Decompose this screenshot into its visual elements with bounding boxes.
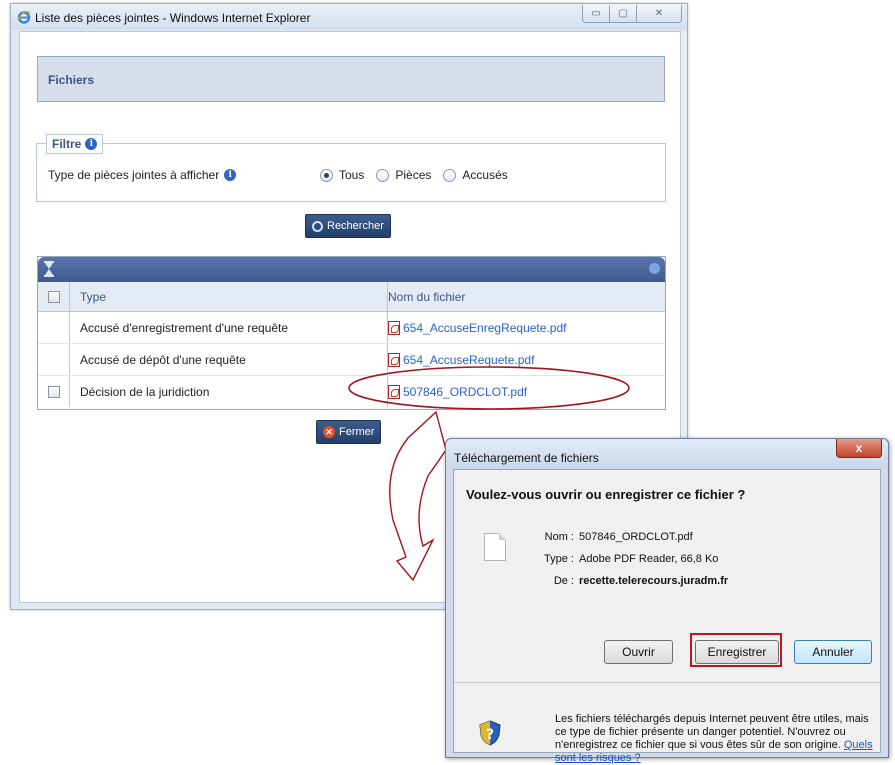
file-source-label: De : [553, 575, 574, 587]
table-header-bar [38, 257, 665, 282]
shield-question-icon: ? [479, 720, 501, 746]
search-button[interactable]: Rechercher [305, 214, 391, 238]
info-icon[interactable]: i [85, 138, 98, 150]
maximize-icon: ▢ [618, 8, 628, 19]
row-type: Accusé de dépôt d'une requête [70, 344, 388, 375]
section-title: Fichiers [48, 73, 95, 87]
dialog-titlebar: Téléchargement de fichiers x [446, 439, 888, 469]
file-link[interactable]: 654_AccuseRequete.pdf [403, 353, 534, 367]
close-button[interactable]: ✕ Fermer [316, 420, 382, 444]
radio-pieces[interactable]: Pièces [376, 168, 431, 182]
pdf-icon [388, 320, 400, 335]
row-file-cell: 507846_ORDCLOT.pdf [378, 376, 665, 407]
select-all-checkbox[interactable] [47, 290, 60, 303]
dialog-close-button[interactable]: x [836, 439, 882, 458]
table-row: Décision de la juridiction 507846_ORDCLO… [38, 376, 665, 407]
filter-label: Type de pièces jointes à afficher i [48, 168, 237, 182]
dialog-question: Voulez-vous ouvrir ou enregistrer ce fic… [466, 487, 746, 502]
select-all-cell [38, 282, 70, 311]
table-row: Accusé d'enregistrement d'une requête 65… [38, 312, 665, 344]
maximize-button[interactable]: ▢ [609, 5, 637, 23]
file-type-line: Type : Adobe PDF Reader, 66,8 Ko [524, 553, 718, 565]
close-icon: ✕ [654, 8, 664, 19]
file-source-value: recette.telerecours.juradm.fr [579, 575, 729, 587]
dialog-body: Voulez-vous ouvrir ou enregistrer ce fic… [453, 469, 881, 764]
file-name-line: Nom : 507846_ORDCLOT.pdf [524, 531, 693, 543]
filter-legend-label: Filtre [52, 137, 82, 151]
filter-label-text: Type de pièces jointes à afficher [48, 168, 220, 182]
internet-explorer-icon [17, 10, 31, 24]
filter-legend: Filtre i [46, 134, 104, 154]
row-file-cell: 654_AccuseRequete.pdf [378, 344, 665, 375]
filter-radio-group: Tous Pièces Accusés [320, 168, 508, 182]
radio-label: Tous [339, 168, 365, 182]
row-checkbox[interactable] [47, 385, 60, 398]
download-dialog: Téléchargement de fichiers x Voulez-vous… [445, 438, 889, 764]
row-checkbox-cell [38, 376, 70, 407]
column-header-filename[interactable]: Nom du fichier [378, 282, 665, 311]
svg-text:?: ? [486, 727, 494, 743]
file-icon [484, 533, 506, 561]
window-title: Liste des pièces jointes - Windows Inter… [35, 11, 311, 25]
radio-button[interactable] [443, 168, 457, 182]
browser-titlebar: Liste des pièces jointes - Windows Inter… [11, 4, 687, 30]
section-header: Fichiers [37, 56, 665, 102]
row-type: Décision de la juridiction [70, 376, 388, 407]
filter-fieldset: Filtre i Type de pièces jointes à affich… [36, 134, 666, 202]
save-button[interactable]: Enregistrer [695, 640, 779, 664]
close-icon: x [855, 441, 863, 455]
file-source-line: De : recette.telerecours.juradm.fr [524, 575, 728, 587]
file-name-value: 507846_ORDCLOT.pdf [579, 531, 693, 543]
minimize-icon: ▭ [591, 8, 601, 19]
radio-tous[interactable]: Tous [320, 168, 364, 182]
radio-label: Accusés [462, 168, 508, 182]
radio-label: Pièces [395, 168, 432, 182]
file-type-value: Adobe PDF Reader, 66,8 Ko [579, 553, 719, 565]
attachments-table: Type Nom du fichier Accusé d'enregistrem… [37, 256, 666, 410]
close-circle-icon: ✕ [323, 426, 335, 438]
info-icon[interactable] [649, 263, 660, 274]
file-name-label: Nom : [544, 531, 574, 543]
info-icon[interactable]: i [224, 169, 237, 181]
pdf-icon [388, 352, 400, 367]
table-row: Accusé de dépôt d'une requête 654_Accuse… [38, 344, 665, 376]
pdf-icon [388, 384, 400, 399]
close-button-label: Fermer [339, 426, 375, 438]
file-link[interactable]: 507846_ORDCLOT.pdf [403, 385, 527, 399]
row-file-cell: 654_AccuseEnregRequete.pdf [378, 312, 665, 343]
hourglass-icon [44, 261, 54, 277]
security-warning: Les fichiers téléchargés depuis Internet… [555, 713, 875, 765]
cancel-button[interactable]: Annuler [794, 640, 872, 664]
dialog-title: Téléchargement de fichiers [454, 451, 599, 465]
search-button-label: Rechercher [327, 220, 384, 232]
column-header-type[interactable]: Type [70, 282, 388, 311]
row-checkbox-cell [38, 312, 70, 343]
file-type-label: Type : [544, 553, 574, 565]
radio-button[interactable] [376, 168, 390, 182]
row-type: Accusé d'enregistrement d'une requête [70, 312, 388, 343]
table-column-headers: Type Nom du fichier [38, 282, 665, 312]
dialog-separator [454, 682, 880, 683]
minimize-button[interactable]: ▭ [582, 5, 610, 23]
open-button[interactable]: Ouvrir [604, 640, 673, 664]
file-link[interactable]: 654_AccuseEnregRequete.pdf [403, 321, 566, 335]
row-checkbox-cell [38, 344, 70, 375]
radio-button-checked[interactable] [320, 168, 333, 182]
search-icon [312, 220, 323, 232]
radio-accuses[interactable]: Accusés [443, 168, 508, 182]
close-window-button[interactable]: ✕ [636, 5, 682, 23]
security-warning-text: Les fichiers téléchargés depuis Internet… [555, 713, 869, 751]
